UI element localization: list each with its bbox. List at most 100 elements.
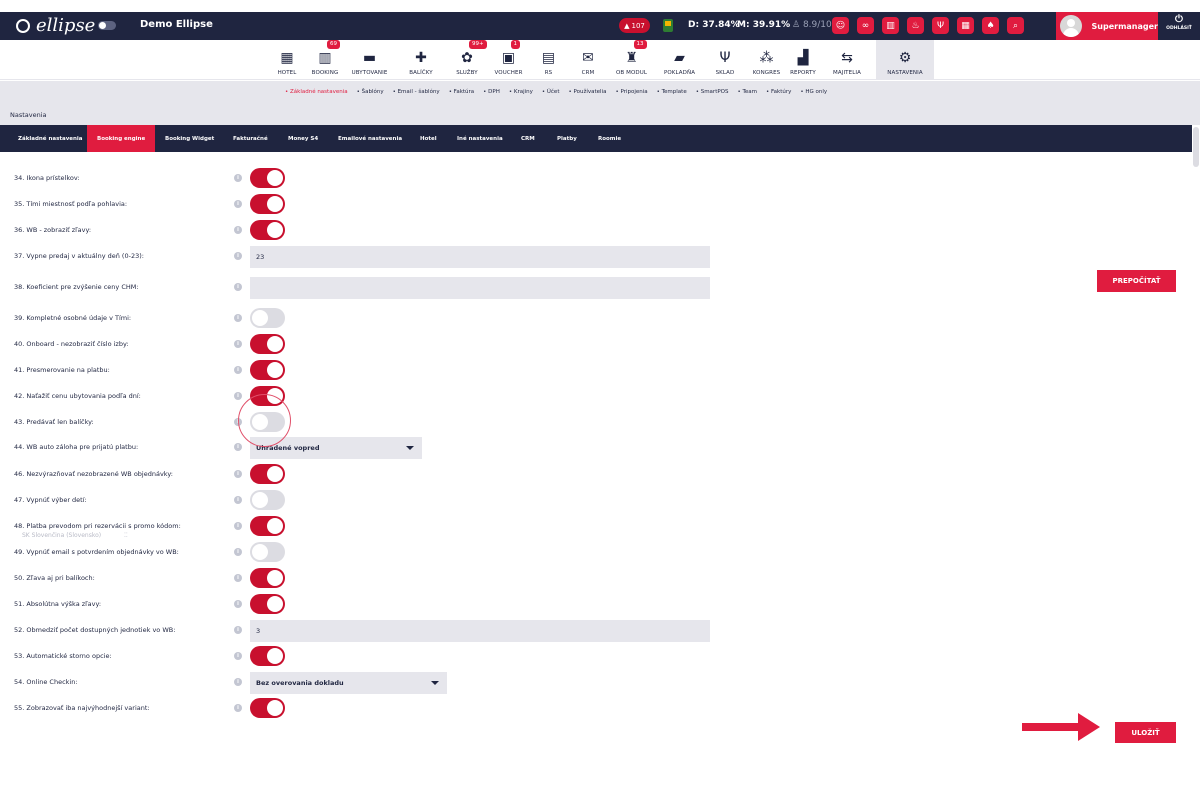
calendar-icon[interactable]: ▦ <box>957 17 974 34</box>
tab-roomie[interactable]: Roomie <box>588 125 631 152</box>
module-booking[interactable]: ▥ BOOKING 69 <box>308 40 342 80</box>
info-icon[interactable]: i <box>234 704 242 712</box>
subnav-link[interactable]: • Faktúry <box>766 89 791 95</box>
module-majitelia[interactable]: ⇆ MAJITELIA <box>818 40 876 80</box>
face-icon[interactable]: ☺ <box>832 17 849 34</box>
info-icon[interactable]: i <box>234 626 242 634</box>
subnav-link[interactable]: • Email - šablóny <box>393 89 440 95</box>
setting-toggle[interactable] <box>250 516 285 536</box>
tab-hotel[interactable]: Hotel <box>410 125 447 152</box>
setting-toggle[interactable] <box>250 542 285 562</box>
setting-input[interactable] <box>250 277 710 299</box>
fork-knife-icon[interactable]: Ψ <box>932 17 949 34</box>
setting-toggle[interactable] <box>250 360 285 380</box>
setting-row: 35. Tími miestnosť podľa pohlavia: i <box>0 194 1192 214</box>
tab-faktura-n-[interactable]: Fakturačné <box>223 125 278 152</box>
info-icon[interactable]: i <box>234 283 242 291</box>
info-icon[interactable]: i <box>234 226 242 234</box>
module-kongres[interactable]: ⁂ KONGRES <box>745 40 788 80</box>
setting-toggle[interactable] <box>250 194 285 214</box>
info-icon[interactable]: i <box>234 678 242 686</box>
tab-booking-widget[interactable]: Booking Widget <box>155 125 224 152</box>
info-icon[interactable]: i <box>234 392 242 400</box>
subnav-link[interactable]: • Team <box>738 89 758 95</box>
module-rs[interactable]: ▤ RS <box>530 40 567 80</box>
info-icon[interactable]: i <box>234 443 242 451</box>
setting-toggle[interactable] <box>250 698 285 718</box>
module-sklad[interactable]: Ψ SKLAD <box>705 40 745 80</box>
recalculate-button[interactable]: PREPOČÍTAŤ <box>1097 270 1176 292</box>
info-icon[interactable]: i <box>234 174 242 182</box>
fire-icon[interactable]: ♠ <box>982 17 999 34</box>
info-icon[interactable]: i <box>234 340 242 348</box>
module-ob-modul[interactable]: ♜ OB MODUL 13 <box>609 40 654 80</box>
subnav-link[interactable]: • Používatelia <box>568 89 606 95</box>
binoculars-icon[interactable]: ∞ <box>857 17 874 34</box>
info-icon[interactable]: i <box>234 252 242 260</box>
tab-z-kladn-nastavenia[interactable]: Základné nastavenia <box>8 125 93 152</box>
ellipse-logo[interactable]: ellipse <box>16 15 95 36</box>
setting-input[interactable] <box>250 246 710 268</box>
subnav-link[interactable]: • Template <box>657 89 687 95</box>
tab-in-nastavenia[interactable]: Iné nastavenia <box>447 125 513 152</box>
tab-money-s4[interactable]: Money S4 <box>278 125 328 152</box>
module-bal-ky[interactable]: ✚ BALÍČKY <box>397 40 445 80</box>
setting-toggle[interactable] <box>250 220 285 240</box>
theme-toggle[interactable] <box>98 21 116 30</box>
subnav-link[interactable]: • DPH <box>483 89 500 95</box>
info-icon[interactable]: i <box>234 522 242 530</box>
subnav-link[interactable]: • Faktúra <box>449 89 474 95</box>
module-hotel[interactable]: ▦ HOTEL <box>267 40 307 80</box>
info-icon[interactable]: i <box>234 470 242 478</box>
google-icon[interactable] <box>663 19 673 32</box>
subnav-link[interactable]: • Základné nastavenia <box>285 89 348 95</box>
subnav-link[interactable]: • HG only <box>800 89 827 95</box>
tab-emailov-nastavenia[interactable]: Emailové nastavenia <box>328 125 412 152</box>
setting-toggle[interactable] <box>250 568 285 588</box>
module-ubytovanie[interactable]: ▬ UBYTOVANIE <box>342 40 397 80</box>
chart-icon[interactable]: ▥ <box>882 17 899 34</box>
module-crm[interactable]: ✉ CRM <box>567 40 609 80</box>
subnav-link[interactable]: • SmartPOS <box>696 89 729 95</box>
caret-down-icon <box>431 681 439 685</box>
module-reporty[interactable]: ▟ REPORTY <box>788 40 818 80</box>
search-icon[interactable]: ⌕ <box>1007 17 1024 34</box>
subnav-link[interactable]: • Krajiny <box>509 89 533 95</box>
save-button[interactable]: ULOŽIŤ <box>1115 722 1176 743</box>
setting-toggle[interactable] <box>250 464 285 484</box>
scrollbar[interactable] <box>1192 125 1200 788</box>
subnav-link[interactable]: • Šablóny <box>357 89 384 95</box>
setting-toggle[interactable] <box>250 490 285 510</box>
setting-toggle[interactable] <box>250 594 285 614</box>
module-poklad-a[interactable]: ▰ POKLADŇA <box>654 40 705 80</box>
info-icon[interactable]: i <box>234 496 242 504</box>
setting-toggle[interactable] <box>250 168 285 188</box>
info-icon[interactable]: i <box>234 200 242 208</box>
subnav-link[interactable]: • Účet <box>542 89 560 95</box>
module-slu-by[interactable]: ✿ SLUŽBY 99+ <box>447 40 487 80</box>
warning-icon: ▲ <box>624 21 630 30</box>
setting-toggle[interactable] <box>250 646 285 666</box>
info-icon[interactable]: i <box>234 574 242 582</box>
tab-crm[interactable]: CRM <box>511 125 545 152</box>
setting-select[interactable]: Bez overovania dokladu <box>250 672 447 694</box>
setting-toggle[interactable] <box>250 308 285 328</box>
info-icon[interactable]: i <box>234 548 242 556</box>
info-icon[interactable]: i <box>234 652 242 660</box>
logout-button[interactable]: ⏻ ODHLÁSIŤ <box>1164 14 1194 38</box>
info-icon[interactable]: i <box>234 600 242 608</box>
setting-input[interactable] <box>250 620 710 642</box>
cake-icon[interactable]: ♨ <box>907 17 924 34</box>
user-menu[interactable]: Supermanager <box>1056 12 1158 40</box>
tab-platby[interactable]: Platby <box>547 125 587 152</box>
scrollbar-thumb[interactable] <box>1193 127 1199 167</box>
setting-toggle[interactable] <box>250 334 285 354</box>
alerts-badge[interactable]: ▲ 107 <box>619 18 650 33</box>
tab-booking-engine[interactable]: Booking engine <box>87 125 156 152</box>
module-voucher[interactable]: ▣ VOUCHER 1 <box>487 40 530 80</box>
hotel-name[interactable]: Demo Ellipse <box>140 19 213 30</box>
module-nastavenia[interactable]: ⚙ NASTAVENIA <box>876 40 934 80</box>
info-icon[interactable]: i <box>234 366 242 374</box>
subnav-link[interactable]: • Pripojenia <box>615 89 647 95</box>
info-icon[interactable]: i <box>234 314 242 322</box>
